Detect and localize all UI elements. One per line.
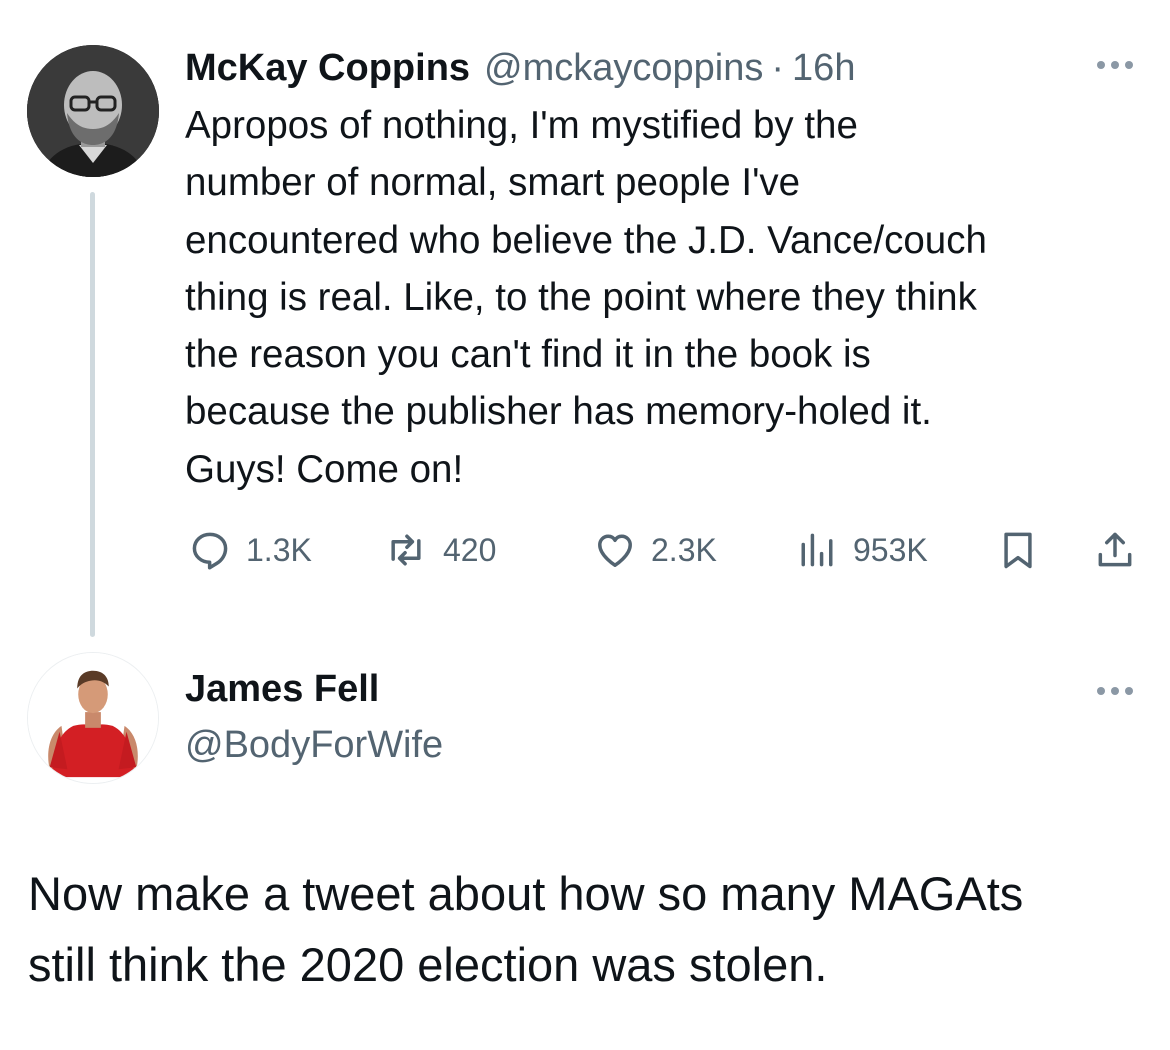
reply-text-line: Now make a tweet about how so many MAGAt… — [28, 867, 1024, 920]
repost-icon — [391, 534, 421, 566]
reply-author-display-name[interactable]: James Fell — [185, 668, 379, 711]
tweet-text-line: thing is real. Like, to the point where … — [185, 275, 977, 319]
heart-icon — [598, 534, 632, 567]
reply-text: Now make a tweet about how so many MAGAt… — [28, 858, 1148, 1000]
tweet-text-line: Guys! Come on! — [185, 447, 464, 491]
profile-photo-icon — [28, 653, 158, 783]
screenshot: McKay Coppins @mckaycoppins · 16h Apropo… — [0, 0, 1170, 1050]
reply-author-handle[interactable]: @BodyForWife — [185, 724, 443, 767]
tweet-text: Apropos of nothing, I'm mystified by the… — [185, 97, 1145, 498]
views-button[interactable]: 953K — [795, 525, 928, 575]
header-separator: · — [771, 46, 785, 89]
james-fell-avatar[interactable] — [27, 652, 159, 784]
tweet-text-line: number of normal, smart people I've — [185, 161, 801, 205]
like-button[interactable]: 2.3K — [593, 525, 717, 575]
profile-photo-icon — [27, 45, 159, 177]
like-count: 2.3K — [651, 531, 717, 568]
reply-button[interactable]: 1.3K — [188, 525, 312, 575]
share-icon — [1098, 532, 1132, 567]
tweet-header: McKay Coppins @mckaycoppins · 16h — [185, 40, 855, 96]
tweet-text-line: because the publisher has memory-holed i… — [185, 390, 932, 434]
tweet-text-line: encountered who believe the J.D. Vance/c… — [185, 218, 987, 262]
more-options-icon[interactable] — [1097, 59, 1133, 71]
bookmark-icon — [1004, 532, 1032, 569]
views-count: 953K — [853, 531, 928, 568]
tweet-timestamp[interactable]: 16h — [792, 47, 855, 90]
thread-connector-line — [90, 192, 95, 637]
reply-count: 1.3K — [246, 531, 312, 568]
tweet-action-bar: 1.3K 420 2.3K 953K — [188, 525, 1138, 575]
repost-button[interactable]: 420 — [383, 525, 496, 575]
repost-count: 420 — [443, 531, 497, 568]
author-display-name[interactable]: McKay Coppins — [185, 47, 470, 90]
share-button[interactable] — [1093, 525, 1137, 575]
reply-icon — [192, 532, 228, 570]
tweet-text-line: Apropos of nothing, I'm mystified by the — [185, 104, 858, 147]
mckay-coppins-avatar[interactable] — [27, 45, 159, 177]
more-options-icon[interactable] — [1097, 685, 1133, 697]
reply-text-line: still think the 2020 election was stolen… — [28, 938, 828, 991]
bookmark-button[interactable] — [996, 525, 1040, 575]
views-chart-icon — [801, 533, 833, 567]
tweet-text-line: the reason you can't find it in the book… — [185, 333, 871, 377]
author-handle[interactable]: @mckaycoppins — [484, 47, 763, 90]
